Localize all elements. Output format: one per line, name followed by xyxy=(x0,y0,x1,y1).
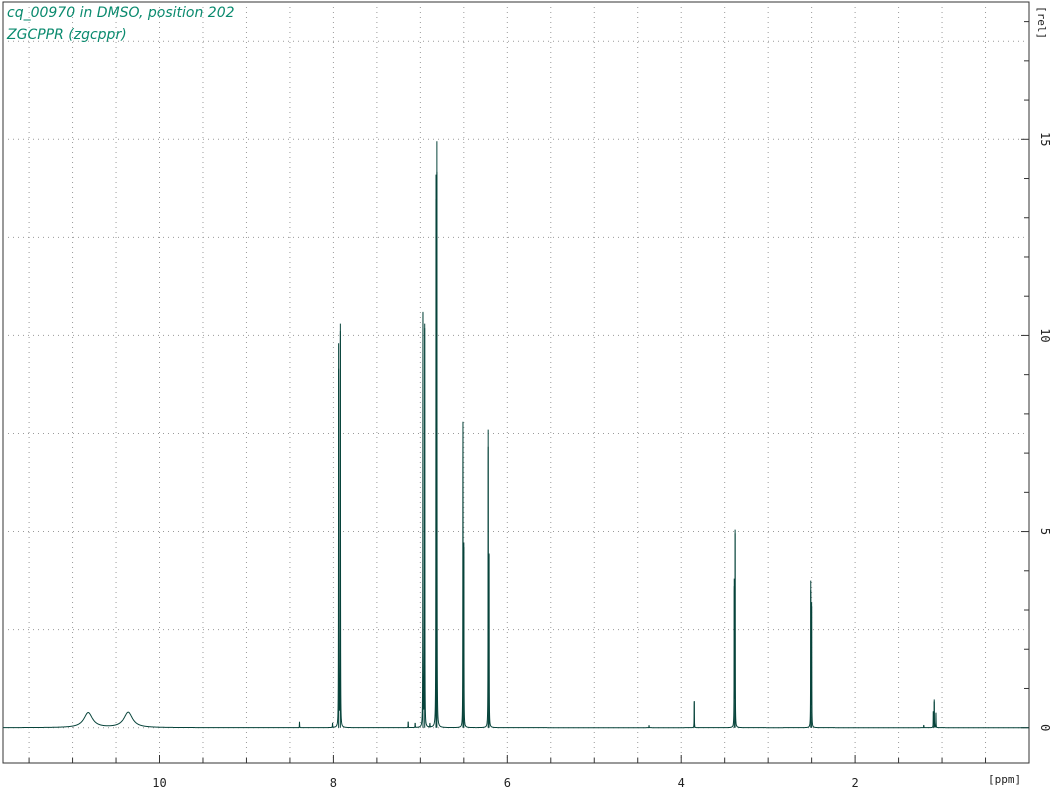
y-tick-label: 5 xyxy=(1038,528,1052,535)
plot-frame xyxy=(2,1,1030,764)
pulse-program-label: ZGCPPR (zgcppr) xyxy=(7,27,127,43)
y-tick-label: 15 xyxy=(1038,132,1052,146)
x-tick-label: 4 xyxy=(678,776,685,790)
spectrum-title: cq_00970 in DMSO, position 202 xyxy=(7,5,235,21)
y-tick-label: 10 xyxy=(1038,328,1052,342)
y-tick-label: 0 xyxy=(1038,724,1052,731)
x-tick-label: 10 xyxy=(152,776,166,790)
x-tick-label: 2 xyxy=(851,776,858,790)
x-tick-label: 6 xyxy=(504,776,511,790)
x-tick-label: 8 xyxy=(330,776,337,790)
spectrum-plot: 0 5 10 15 10 8 6 4 2 xyxy=(2,1,1052,790)
y-axis-unit-label: [rel] xyxy=(1035,6,1048,40)
x-axis-unit-label: [ppm] xyxy=(988,773,1022,786)
